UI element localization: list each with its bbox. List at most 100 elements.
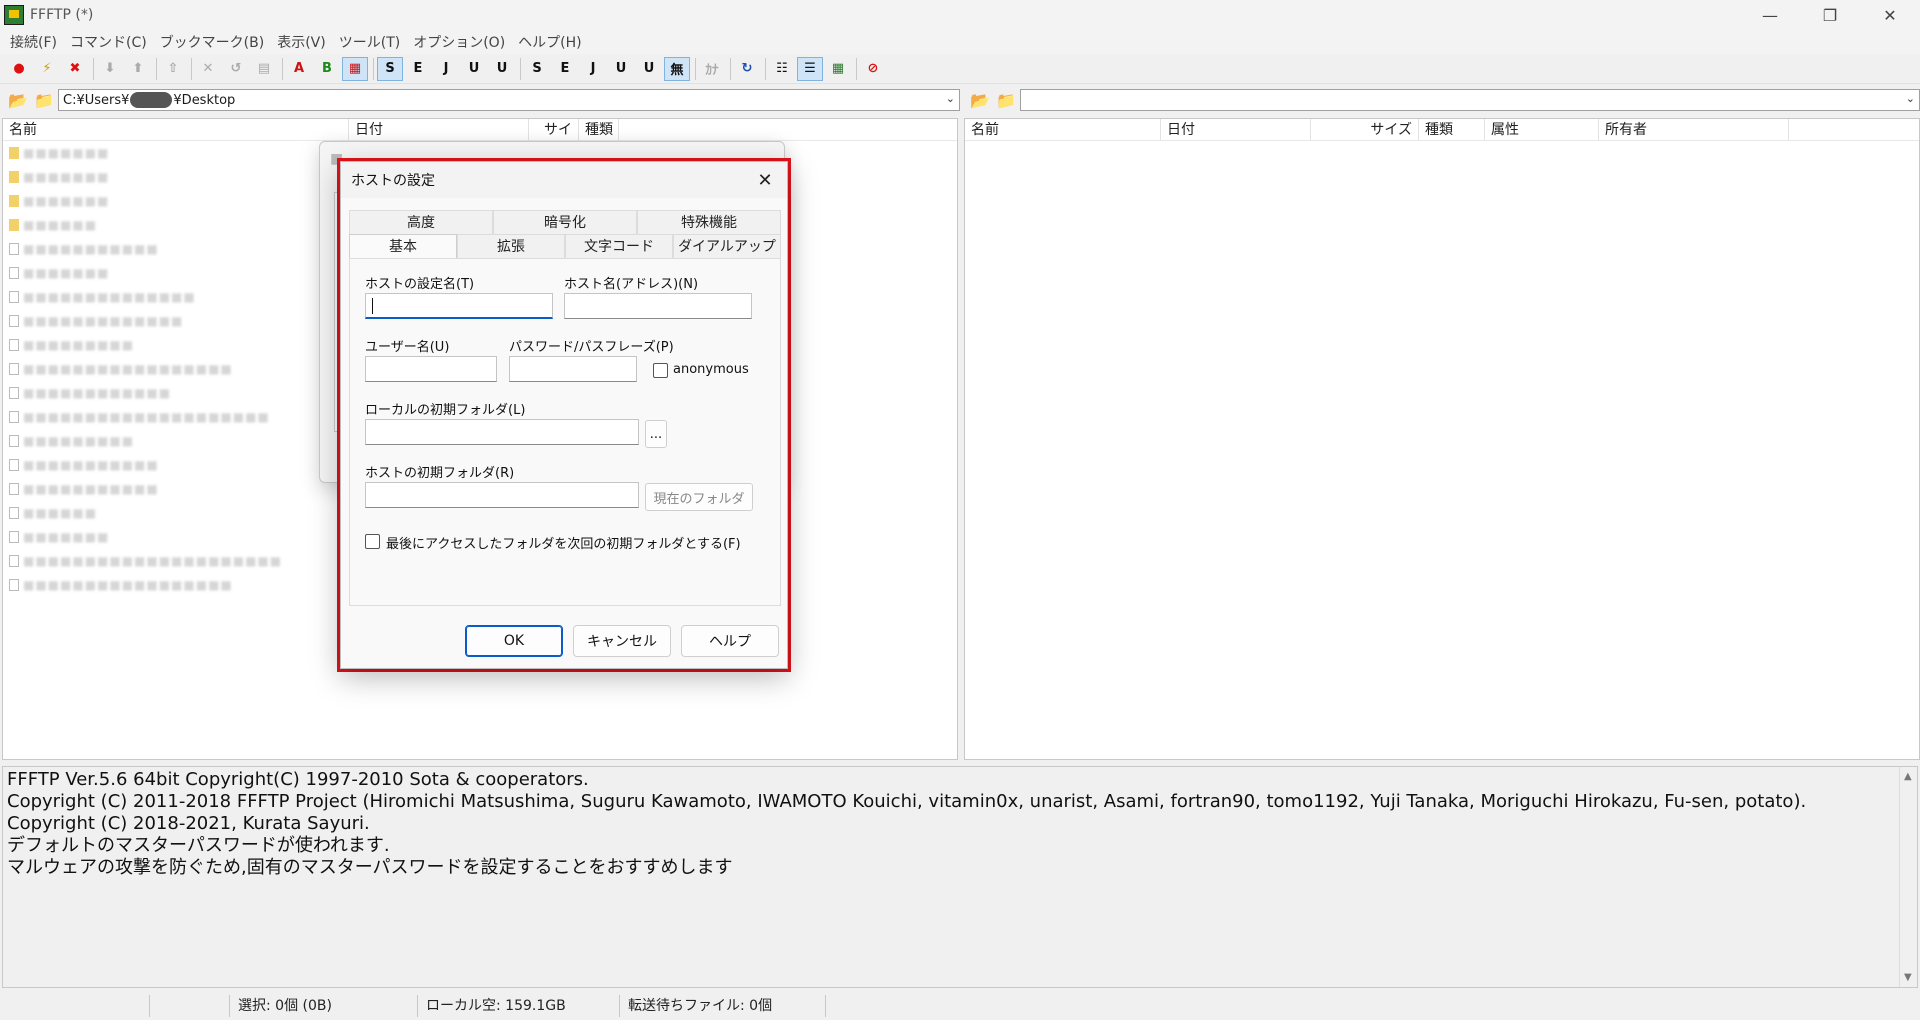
local-euc-icon[interactable]: E — [552, 57, 578, 81]
disconnect-icon[interactable]: ✖ — [62, 57, 88, 81]
connect-icon[interactable]: ● — [6, 57, 32, 81]
host-utf8-icon[interactable]: U — [461, 57, 487, 81]
anonymous-label: anonymous — [673, 362, 749, 377]
remote-col-attr[interactable]: 属性 — [1485, 119, 1599, 141]
tab-basic[interactable]: 基本 — [349, 234, 457, 258]
menu-connect[interactable]: 接続(F) — [6, 32, 66, 52]
upload-icon[interactable]: ⬆ — [125, 57, 151, 81]
remote-col-type[interactable]: 種類 — [1419, 119, 1485, 141]
host-name-input[interactable] — [564, 293, 752, 319]
close-icon[interactable]: ✕ — [1860, 0, 1920, 30]
local-utf8-icon[interactable]: U — [608, 57, 634, 81]
user-name-input[interactable] — [365, 356, 497, 382]
list-view-icon[interactable]: ☷ — [769, 57, 795, 81]
redacted-file-name: ■■■■■■■■■ — [23, 434, 134, 448]
delete-icon[interactable]: ✕ — [195, 57, 221, 81]
local-col-name[interactable]: 名前 — [3, 119, 349, 141]
tab-dialup[interactable]: ダイアルアップ — [673, 234, 781, 258]
restore-icon[interactable]: ❐ — [1800, 0, 1860, 30]
menu-tool[interactable]: ツール(T) — [335, 32, 409, 52]
remote-col-owner[interactable]: 所有者 — [1599, 119, 1789, 141]
remote-file-list[interactable]: 名前 日付 サイズ 種類 属性 所有者 — [964, 118, 1920, 760]
local-path-combo[interactable]: C:¥Users¥¥Desktop ⌄ — [58, 89, 960, 111]
host-folder-input[interactable] — [365, 482, 639, 508]
local-sjis-icon[interactable]: S — [524, 57, 550, 81]
transfer-binary-icon[interactable]: B — [314, 57, 340, 81]
local-col-type[interactable]: 種類 — [579, 119, 619, 141]
redacted-file-name: ■■■■■■■■■■■■■■■■■ — [23, 578, 233, 592]
local-parent-folder-icon[interactable]: 📂 — [6, 89, 30, 111]
remote-path-combo[interactable]: ⌄ — [1020, 89, 1920, 111]
current-folder-button[interactable]: 現在のフォルダ — [645, 483, 753, 511]
remote-col-date[interactable]: 日付 — [1161, 119, 1311, 141]
file-icon — [9, 267, 19, 279]
redacted-file-name: ■■■■■■ — [23, 506, 97, 520]
close-icon[interactable]: ✕ — [753, 168, 777, 192]
transfer-auto-icon[interactable]: ▦ — [342, 57, 368, 81]
log-scrollbar[interactable]: ▲ ▼ — [1899, 767, 1917, 987]
status-empty — [150, 995, 230, 1017]
title-bar: FFFTP (*) — ❐ ✕ — [0, 0, 1920, 30]
redacted-file-name: ■■■■■■■■■■■ — [23, 482, 159, 496]
host-euc-icon[interactable]: E — [405, 57, 431, 81]
menu-command[interactable]: コマンド(C) — [66, 32, 156, 52]
host-jis-icon[interactable]: J — [433, 57, 459, 81]
local-folder-input[interactable] — [365, 419, 639, 445]
tab-special[interactable]: 特殊機能 — [637, 210, 781, 234]
local-col-date[interactable]: 日付 — [349, 119, 529, 141]
rename-icon[interactable]: ↺ — [223, 57, 249, 81]
menu-option[interactable]: オプション(O) — [409, 32, 514, 52]
remote-col-size[interactable]: サイズ — [1311, 119, 1419, 141]
local-path-suffix: ¥Desktop — [173, 93, 235, 108]
browse-button[interactable]: ... — [645, 420, 667, 448]
anonymous-checkbox[interactable] — [653, 363, 668, 378]
mkdir-icon[interactable]: ▤ — [251, 57, 277, 81]
local-jis-icon[interactable]: J — [580, 57, 606, 81]
detail-view-icon[interactable]: ☰ — [797, 57, 823, 81]
abort-icon[interactable]: ⊘ — [860, 57, 886, 81]
menu-help[interactable]: ヘルプ(H) — [514, 32, 590, 52]
menu-bookmark[interactable]: ブックマーク(B) — [156, 32, 274, 52]
minimize-icon[interactable]: — — [1740, 0, 1800, 30]
local-open-folder-icon[interactable]: 📁 — [32, 89, 56, 111]
chevron-down-icon[interactable]: ⌄ — [1906, 92, 1915, 105]
ok-button[interactable]: OK — [465, 625, 563, 657]
host-sjis-icon[interactable]: S — [377, 57, 403, 81]
mirror-upload-icon[interactable]: ⇧ — [160, 57, 186, 81]
status-local-free: ローカル空: 159.1GB — [418, 995, 620, 1017]
refresh-icon[interactable]: ↻ — [734, 57, 760, 81]
redacted-file-name: ■■■■■■ — [23, 218, 97, 232]
scroll-down-icon[interactable]: ▼ — [1904, 972, 1912, 983]
remote-parent-folder-icon[interactable]: 📂 — [968, 89, 992, 111]
local-utf8bom-icon[interactable]: U — [636, 57, 662, 81]
local-col-size[interactable]: サイズ — [529, 119, 579, 141]
chevron-down-icon[interactable]: ⌄ — [946, 92, 955, 105]
scroll-up-icon[interactable]: ▲ — [1904, 771, 1912, 782]
tab-charcode[interactable]: 文字コード — [565, 234, 673, 258]
status-selected: 選択: 0個 (0B) — [230, 995, 418, 1017]
help-button[interactable]: ヘルプ — [681, 625, 779, 657]
cancel-button[interactable]: キャンセル — [573, 625, 671, 657]
sync-browse-icon[interactable]: ▦ — [825, 57, 851, 81]
tab-advanced[interactable]: 高度 — [349, 210, 493, 234]
log-area[interactable]: FFFTP Ver.5.6 64bit Copyright(C) 1997-20… — [2, 766, 1918, 988]
toolbar-separator — [765, 58, 766, 80]
host-setting-name-input[interactable] — [365, 293, 553, 319]
tab-extension[interactable]: 拡張 — [457, 234, 565, 258]
hankaku-kana-icon[interactable]: ｶﾅ — [699, 57, 725, 81]
no-kana-convert-icon[interactable]: 無 — [664, 57, 690, 81]
redacted-file-name: ■■■■■■■■■■■ — [23, 458, 159, 472]
host-utf8bom-icon[interactable]: U — [489, 57, 515, 81]
last-folder-checkbox[interactable] — [365, 534, 380, 549]
text-caret — [372, 298, 373, 314]
download-icon[interactable]: ⬇ — [97, 57, 123, 81]
menu-view[interactable]: 表示(V) — [273, 32, 335, 52]
remote-open-folder-icon[interactable]: 📁 — [994, 89, 1018, 111]
password-input[interactable] — [509, 356, 637, 382]
redacted-file-name: ■■■■■■■■■ — [23, 338, 134, 352]
tab-encryption[interactable]: 暗号化 — [493, 210, 637, 234]
redacted-file-name: ■■■■■■■ — [23, 266, 109, 280]
quick-connect-icon[interactable]: ⚡ — [34, 57, 60, 81]
transfer-ascii-icon[interactable]: A — [286, 57, 312, 81]
remote-col-name[interactable]: 名前 — [965, 119, 1161, 141]
